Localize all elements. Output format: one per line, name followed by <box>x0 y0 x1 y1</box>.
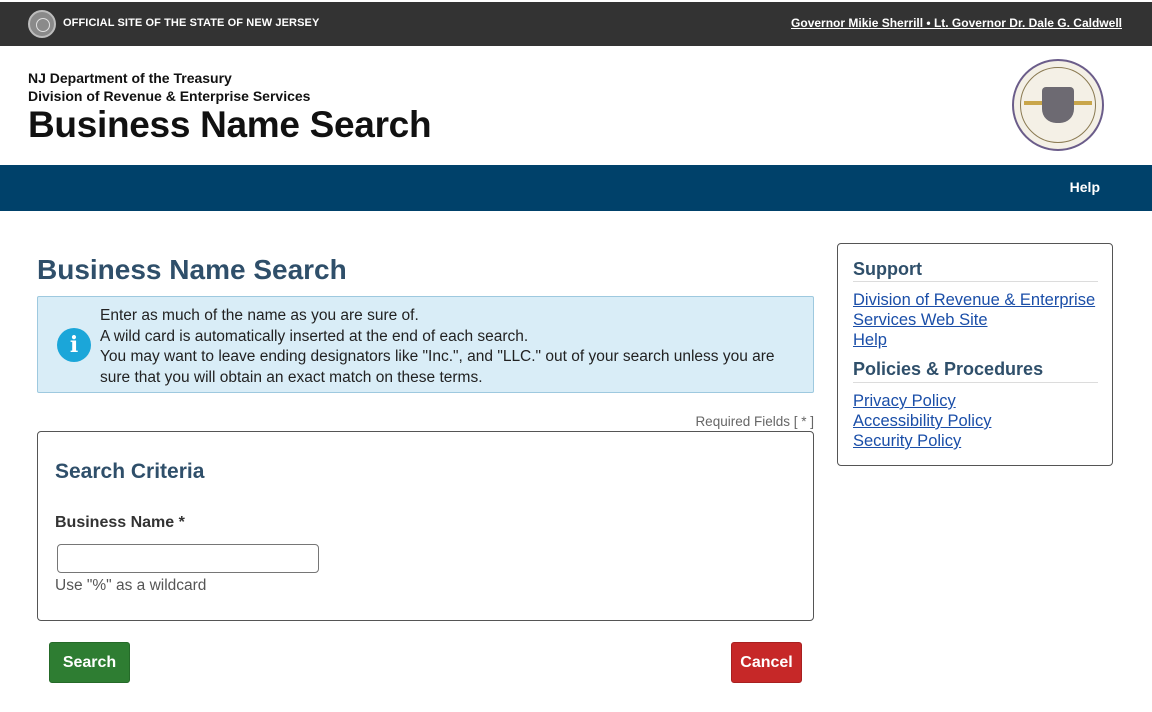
search-criteria-panel: Search Criteria Business Name * Use "%" … <box>37 431 814 621</box>
site-header: NJ Department of the Treasury Division o… <box>0 46 1152 165</box>
cancel-button[interactable]: Cancel <box>731 642 802 683</box>
department-line-1: NJ Department of the Treasury <box>28 70 232 86</box>
official-site-text: OFFICIAL SITE OF THE STATE OF NEW JERSEY <box>63 17 320 29</box>
governor-link[interactable]: Governor Mikie Sherrill • Lt. Governor D… <box>791 16 1122 30</box>
business-name-label: Business Name * <box>55 514 185 531</box>
business-name-input[interactable] <box>57 544 319 573</box>
site-title: Business Name Search <box>28 104 432 145</box>
support-sidebar: Support Division of Revenue & Enterprise… <box>837 243 1113 466</box>
main-nav: Help <box>0 165 1152 211</box>
divider <box>853 382 1098 383</box>
page-title: Business Name Search <box>37 254 347 285</box>
search-criteria-heading: Search Criteria <box>55 460 205 483</box>
policies-heading: Policies & Procedures <box>853 359 1044 379</box>
search-button[interactable]: Search <box>49 642 130 683</box>
security-policy-link[interactable]: Security Policy <box>853 431 961 451</box>
info-line: A wild card is automatically inserted at… <box>100 327 529 345</box>
required-fields-note: Required Fields [ * ] <box>695 414 814 429</box>
sidebar-help-link[interactable]: Help <box>853 330 887 350</box>
wildcard-hint: Use "%" as a wildcard <box>55 577 207 594</box>
official-site-bar: OFFICIAL SITE OF THE STATE OF NEW JERSEY… <box>0 0 1152 46</box>
nj-state-seal-icon <box>28 10 56 38</box>
treasury-seal-icon <box>1012 59 1104 151</box>
info-line: Enter as much of the name as you are sur… <box>100 307 419 324</box>
info-text: Enter as much of the name as you are sur… <box>100 306 800 388</box>
dors-website-link[interactable]: Division of Revenue & Enterprise Service… <box>853 290 1103 330</box>
info-icon: i <box>57 328 91 362</box>
privacy-policy-link[interactable]: Privacy Policy <box>853 391 956 411</box>
accessibility-policy-link[interactable]: Accessibility Policy <box>853 411 991 431</box>
support-heading: Support <box>853 259 922 279</box>
department-name: NJ Department of the Treasury Division o… <box>28 69 310 105</box>
divider <box>853 281 1098 282</box>
nav-help-link[interactable]: Help <box>1070 179 1100 195</box>
info-line: You may want to leave ending designators… <box>100 348 775 386</box>
info-alert: i Enter as much of the name as you are s… <box>37 296 814 393</box>
department-line-2: Division of Revenue & Enterprise Service… <box>28 88 311 104</box>
